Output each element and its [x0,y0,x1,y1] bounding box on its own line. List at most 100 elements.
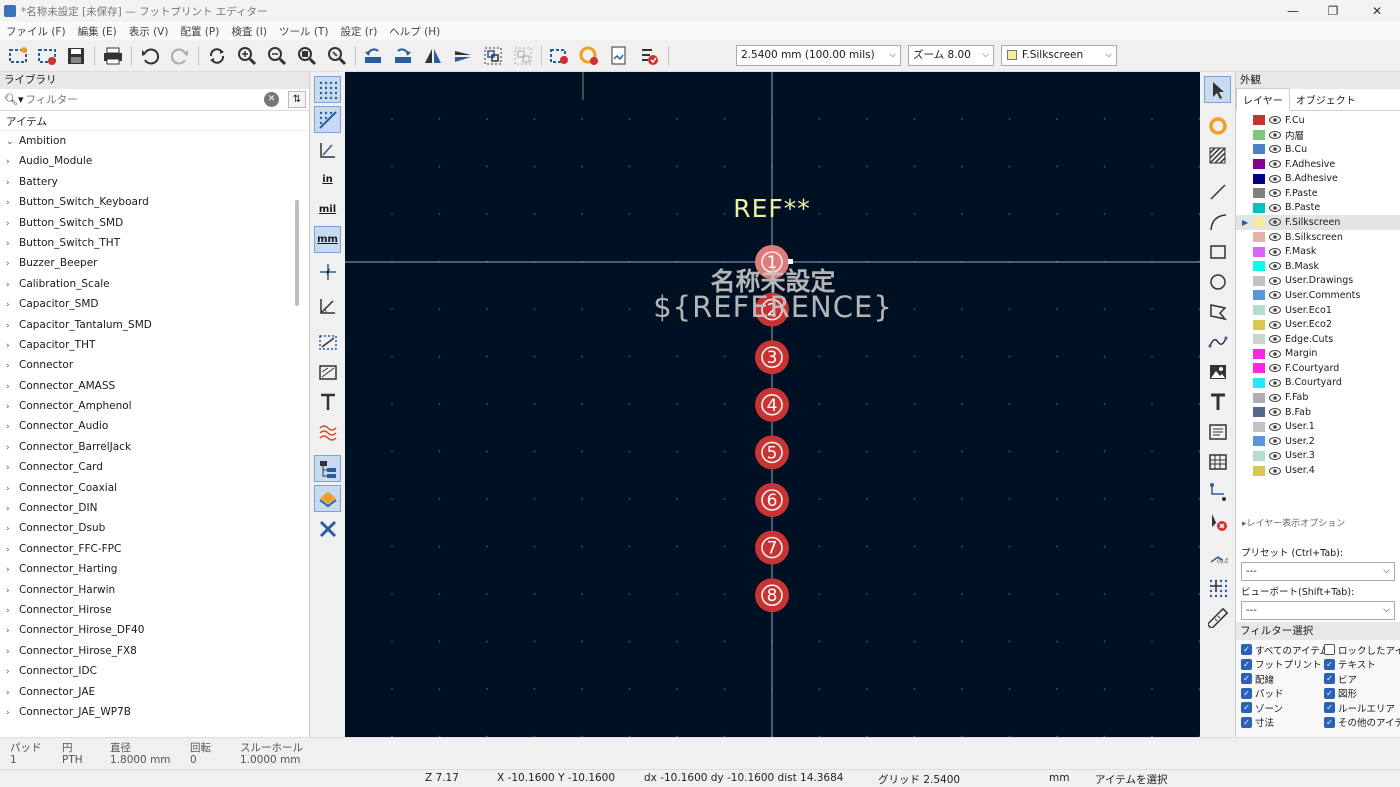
footprint-reference[interactable]: REF** [697,194,847,223]
layer-row[interactable]: B.Courtyard [1236,376,1400,391]
layer-row[interactable]: User.4 [1236,463,1400,478]
layer-row[interactable]: B.Fab [1236,405,1400,420]
grid-origin-icon[interactable] [1204,574,1231,601]
layer-color-swatch[interactable] [1253,465,1265,476]
chevron-right-icon[interactable]: › [6,519,19,539]
chevron-right-icon[interactable]: › [6,560,19,580]
filter-checkbox-item[interactable]: ロックしたアイテム [1324,643,1400,657]
visibility-eye-icon[interactable] [1269,203,1281,213]
layer-color-swatch[interactable] [1253,275,1265,286]
layer-row[interactable]: B.Mask [1236,259,1400,274]
layer-row[interactable]: F.Paste [1236,186,1400,201]
layer-color-swatch[interactable] [1253,421,1265,432]
visibility-eye-icon[interactable] [1269,466,1281,476]
library-tree-item[interactable]: › Buzzer_Beeper [0,253,309,273]
text-outline-icon[interactable] [314,388,341,415]
chevron-right-icon[interactable]: › [6,642,19,662]
layer-color-swatch[interactable] [1253,144,1265,155]
pad-8[interactable]: 8 [755,578,789,613]
library-tree-item[interactable]: › Connector_IDC [0,661,309,681]
layer-row[interactable]: B.Paste [1236,201,1400,216]
library-tree-item[interactable]: › Connector_BarrelJack [0,437,309,457]
checkbox[interactable]: ✓ [1324,702,1335,714]
add-dimension-icon[interactable] [1204,478,1231,505]
visibility-eye-icon[interactable] [1269,232,1281,242]
visibility-eye-icon[interactable] [1269,320,1281,330]
units-inch-icon[interactable]: in [314,166,341,193]
chevron-right-icon[interactable]: › [6,377,19,397]
new-footprint-icon[interactable] [5,43,31,69]
layer-color-swatch[interactable] [1253,363,1265,374]
close-button[interactable]: ✕ [1354,0,1400,22]
filter-checkbox-item[interactable]: ✓ 寸法 [1241,716,1324,729]
visibility-eye-icon[interactable] [1269,290,1281,300]
visibility-eye-icon[interactable] [1269,349,1281,359]
layer-row[interactable]: F.Mask [1236,244,1400,259]
visibility-eye-icon[interactable] [1269,378,1281,388]
library-tree-item[interactable]: › Capacitor_Tantalum_SMD [0,315,309,335]
checkbox[interactable]: ✓ [1324,658,1335,670]
layer-color-swatch[interactable] [1253,188,1265,199]
library-tree-item[interactable]: › Button_Switch_SMD [0,213,309,233]
checkbox[interactable]: ✓ [1241,644,1252,656]
properties-tools-icon[interactable] [314,515,341,542]
layer-row[interactable]: Edge.Cuts [1236,332,1400,347]
pad-5[interactable]: 5 [755,435,789,470]
library-tree-item[interactable]: › Connector_FFC-FPC [0,539,309,559]
layer-color-swatch[interactable] [1253,334,1265,345]
layer-row[interactable]: ▶ F.Silkscreen [1236,215,1400,230]
layer-color-swatch[interactable] [1253,407,1265,418]
polar-coords-icon[interactable] [314,136,341,163]
add-table-icon[interactable] [1204,448,1231,475]
layer-color-swatch[interactable] [1253,392,1265,403]
visibility-eye-icon[interactable] [1269,130,1281,140]
filter-checkbox-item[interactable]: ✓ 配線 [1241,672,1324,686]
filter-checkbox-item[interactable]: ✓ パッド [1241,687,1324,700]
layer-select[interactable]: F.Silkscreen ⌵ [1001,45,1117,66]
menu-preferences[interactable]: 設定 (r) [334,24,383,39]
chevron-right-icon[interactable]: › [6,662,19,682]
layer-color-swatch[interactable] [1253,173,1265,184]
library-tree-item[interactable]: › Connector_AMASS [0,376,309,396]
layers-manager-icon[interactable] [314,455,341,482]
reference-field[interactable]: ${REFERENCE} [645,290,901,324]
layer-color-swatch[interactable] [1253,261,1265,272]
chevron-right-icon[interactable]: › [6,336,19,356]
library-tree-item[interactable]: › Capacitor_THT [0,335,309,355]
layer-color-swatch[interactable] [1253,436,1265,447]
library-tree-item[interactable]: › Capacitor_SMD [0,294,309,314]
library-tree-item[interactable]: › Connector_Dsub [0,518,309,538]
layer-color-swatch[interactable] [1253,202,1265,213]
visibility-eye-icon[interactable] [1269,422,1281,432]
menu-tools[interactable]: ツール (T) [273,24,334,39]
cursor-crosshair-icon[interactable] [314,258,341,285]
grid-toggle-icon[interactable] [314,76,341,103]
chevron-right-icon[interactable]: › [6,417,19,437]
library-tree-item[interactable]: › Connector_Card [0,457,309,477]
menu-help[interactable]: ヘルプ (H) [383,24,446,39]
layer-row[interactable]: B.Silkscreen [1236,230,1400,245]
ungroup-icon[interactable] [510,43,536,69]
chevron-right-icon[interactable]: › [6,275,19,295]
chevron-right-icon[interactable]: › [6,581,19,601]
visibility-eye-icon[interactable] [1269,363,1281,373]
undo-icon[interactable] [137,43,163,69]
high-contrast-icon[interactable] [314,418,341,445]
visibility-eye-icon[interactable] [1269,276,1281,286]
chevron-right-icon[interactable]: › [6,540,19,560]
maximize-button[interactable]: ❐ [1310,0,1356,22]
visibility-eye-icon[interactable] [1269,261,1281,271]
layer-display-options[interactable]: ▸レイヤー表示オプション [1242,516,1400,529]
preset-select[interactable]: --- ⌵ [1241,561,1395,581]
library-tree-item[interactable]: › Connector_JAE [0,682,309,702]
save-icon[interactable] [63,43,89,69]
library-tree-item[interactable]: › Connector_JAE_WP7B [0,702,309,722]
refresh-icon[interactable] [204,43,230,69]
chevron-right-icon[interactable]: › [6,254,19,274]
add-text-icon[interactable] [1204,388,1231,415]
layer-row[interactable]: F.Courtyard [1236,361,1400,376]
pad-properties-icon[interactable] [576,43,602,69]
checkbox[interactable]: ✓ [1241,658,1252,670]
zoom-in-icon[interactable] [234,43,260,69]
chevron-right-icon[interactable]: › [6,152,19,172]
